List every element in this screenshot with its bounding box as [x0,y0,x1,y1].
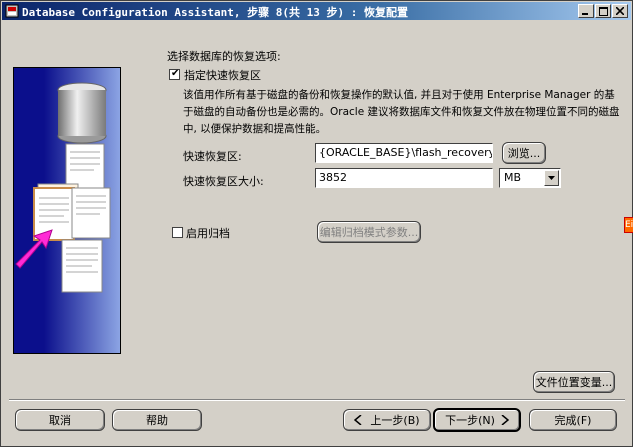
flash-size-input[interactable]: 3852 [315,168,493,188]
flash-recovery-checkbox[interactable]: ✔ [169,68,180,80]
next-button[interactable]: 下一步(N) [433,408,521,432]
close-icon [616,7,624,15]
flash-area-label: 快速恢复区: [183,150,242,163]
minimize-button[interactable] [578,4,594,18]
file-location-variables-button[interactable]: 文件位置变量... [533,371,615,393]
archive-checkbox[interactable] [172,227,183,238]
back-button[interactable]: 上一步(B) [343,409,431,431]
flash-recovery-description: 该值用作所有基于磁盘的备份和恢复操作的默认值, 并且对于使用 Enterpris… [183,89,620,135]
size-unit-select[interactable]: MB [499,168,561,188]
help-button[interactable]: 帮助 [112,409,202,431]
finish-button[interactable]: 完成(F) [529,409,617,431]
window-title: Database Configuration Assistant, 步骤 8(共… [22,6,409,19]
chevron-left-icon [354,415,362,425]
browse-button[interactable]: 浏览... [502,142,546,164]
back-button-label: 上一步(B) [370,414,420,427]
archive-checkbox-label[interactable]: 启用归档 [186,225,230,241]
cancel-button[interactable]: 取消 [15,409,105,431]
database-documents-icon [15,82,111,293]
title-bar[interactable]: Database Configuration Assistant, 步骤 8(共… [2,2,631,20]
minimize-icon [582,13,588,15]
wizard-illustration [13,67,121,354]
check-icon: ✔ [171,68,180,79]
dropdown-button[interactable] [544,170,559,186]
flash-area-input[interactable]: {ORACLE_BASE}\flash_recovery_area [315,143,493,163]
app-icon [5,4,19,18]
footer-separator [9,399,625,401]
dca-window: Database Configuration Assistant, 步骤 8(共… [0,0,633,447]
chevron-right-icon [501,415,509,425]
maximize-button[interactable] [595,4,611,18]
chevron-down-icon [548,176,555,180]
flash-recovery-checkbox-label[interactable]: 指定快速恢复区 [184,67,261,83]
side-marker: Ei [624,217,633,233]
size-unit-value: MB [504,171,522,184]
section-label: 选择数据库的恢复选项: [167,50,281,63]
flash-size-label: 快速恢复区大小: [183,175,264,188]
close-button[interactable] [612,4,628,18]
next-button-label: 下一步(N) [445,414,495,427]
edit-archive-params-button[interactable]: 编辑归档模式参数... [317,221,421,243]
maximize-icon [598,6,608,16]
